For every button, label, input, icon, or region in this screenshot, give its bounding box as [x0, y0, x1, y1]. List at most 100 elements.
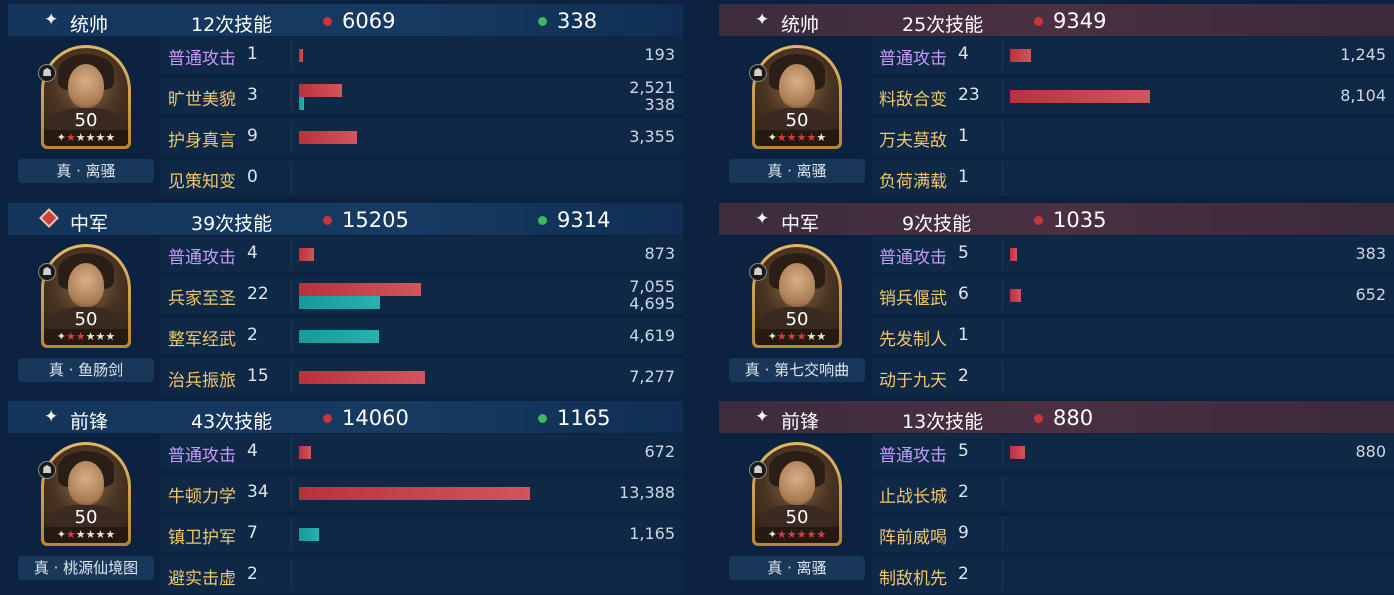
damage-dot-icon	[1034, 216, 1043, 225]
general-panel[interactable]: ✦ 统帅 12次技能 6069 338 50 ✦★★★★★ ☗ 真 · 离骚 普通攻击 1 193 旷世…	[8, 0, 683, 198]
damage-bar	[1010, 49, 1032, 62]
skill-row: 见策知变 0	[161, 160, 683, 196]
general-panel[interactable]: ✦ 前锋 13次技能 880 50 ✦★★★★★ ☗ 真 · 离骚 普通攻击 5 880 止战长城 2 阵…	[719, 397, 1394, 595]
general-panel[interactable]: ✦ 前锋 43次技能 14060 1165 50 ✦★★★★★ ☗ 真 · 桃源仙境图 普通攻击 4…	[8, 397, 683, 595]
damage-dot-icon	[323, 17, 332, 26]
row-divider	[291, 560, 292, 590]
portrait-face	[68, 461, 104, 505]
treasure-label[interactable]: 真 · 鱼肠剑	[18, 358, 154, 382]
star-rating: ✦★★★★★	[44, 329, 128, 345]
damage-bar	[1010, 248, 1017, 261]
row-divider	[1002, 81, 1003, 111]
general-portrait[interactable]: 50 ✦★★★★★	[41, 442, 131, 546]
total-damage: 880	[1053, 406, 1094, 430]
skill-times: 22	[247, 284, 269, 304]
damage-bar	[299, 49, 303, 62]
skill-count: 12次技能	[191, 14, 273, 36]
row-divider	[291, 239, 292, 269]
sparkle-icon: ✦	[755, 209, 770, 229]
portrait-image: 50 ✦★★★★★	[44, 445, 128, 543]
treasure-label[interactable]: 真 · 第七交响曲	[729, 358, 865, 382]
unit-type-icon: ☗	[749, 64, 767, 82]
treasure-label[interactable]: 真 · 桃源仙境图	[18, 556, 154, 580]
general-portrait[interactable]: 50 ✦★★★★★	[752, 244, 842, 348]
row-divider	[291, 321, 292, 351]
skill-times: 23	[958, 85, 980, 105]
total-damage: 14060	[342, 406, 409, 430]
skill-name: 止战长城	[879, 487, 947, 507]
general-portrait[interactable]: 50 ✦★★★★★	[752, 442, 842, 546]
damage-bar	[299, 131, 357, 144]
skill-name: 见策知变	[168, 172, 236, 192]
skill-count: 39次技能	[191, 213, 273, 235]
skill-times: 15	[247, 366, 269, 386]
unit-type-icon: ☗	[38, 263, 56, 281]
unit-type-icon: ☗	[38, 64, 56, 82]
row-divider	[1002, 40, 1003, 70]
unit-type-icon: ☗	[749, 263, 767, 281]
row-divider	[291, 40, 292, 70]
heal-value: 338	[644, 95, 675, 114]
heal-value: 1,165	[629, 524, 675, 543]
skill-name: 旷世美貌	[168, 90, 236, 110]
general-panel[interactable]: 中军 39次技能 15205 9314 50 ✦★★★★★ ☗ 真 · 鱼肠剑 普通攻击 4 873…	[8, 199, 683, 397]
general-panel[interactable]: ✦ 统帅 25次技能 9349 50 ✦★★★★★ ☗ 真 · 离骚 普通攻击 4 1,245 料敌合…	[719, 0, 1394, 198]
row-divider	[1002, 560, 1003, 590]
damage-bar	[1010, 90, 1150, 103]
treasure-label[interactable]: 真 · 离骚	[18, 159, 154, 183]
general-portrait[interactable]: 50 ✦★★★★★	[41, 244, 131, 348]
skill-times: 1	[247, 44, 258, 64]
damage-bar	[299, 283, 421, 296]
treasure-label[interactable]: 真 · 离骚	[729, 159, 865, 183]
sparkle-icon: ✦	[755, 407, 770, 427]
sparkle-icon: ✦	[44, 10, 59, 30]
damage-value: 383	[1355, 244, 1386, 263]
general-header: 中军 39次技能 15205 9314	[8, 203, 683, 235]
damage-bar	[299, 487, 530, 500]
damage-value: 3,355	[629, 127, 675, 146]
heal-bar	[299, 296, 380, 309]
skill-times: 2	[958, 366, 969, 386]
damage-dot-icon	[323, 216, 332, 225]
portrait-image: 50 ✦★★★★★	[44, 48, 128, 146]
general-header: ✦ 前锋 13次技能 880	[719, 401, 1394, 433]
general-header: ✦ 统帅 12次技能 6069 338	[8, 4, 683, 36]
portrait-face	[68, 263, 104, 307]
row-divider	[1002, 122, 1003, 152]
skill-times: 0	[247, 167, 258, 187]
skill-name: 普通攻击	[168, 446, 236, 466]
skill-row: 先发制人 1	[872, 318, 1394, 354]
skill-name: 动于九天	[879, 371, 947, 391]
portrait-image: 50 ✦★★★★★	[755, 445, 839, 543]
row-divider	[1002, 362, 1003, 392]
general-level: 50	[785, 110, 809, 131]
general-panel[interactable]: ✦ 中军 9次技能 1035 50 ✦★★★★★ ☗ 真 · 第七交响曲 普通攻击 5 383 销兵偃…	[719, 199, 1394, 397]
damage-bar	[1010, 446, 1026, 459]
damage-bar	[299, 84, 343, 97]
general-portrait[interactable]: 50 ✦★★★★★	[41, 45, 131, 149]
skill-times: 1	[958, 126, 969, 146]
side-left: ✦ 统帅 12次技能 6069 338 50 ✦★★★★★ ☗ 真 · 离骚 普通攻击 1 193 旷世…	[8, 0, 683, 594]
sword-emblem-icon	[39, 208, 59, 228]
portrait-face	[779, 64, 815, 108]
general-header: ✦ 前锋 43次技能 14060 1165	[8, 401, 683, 433]
skill-times: 7	[247, 523, 258, 543]
skill-row: 整军经武 2 4,619	[161, 318, 683, 354]
skill-times: 2	[958, 482, 969, 502]
row-divider	[1002, 239, 1003, 269]
heal-bar	[299, 330, 379, 343]
general-portrait[interactable]: 50 ✦★★★★★	[752, 45, 842, 149]
skill-name: 普通攻击	[879, 248, 947, 268]
general-level: 50	[74, 309, 98, 330]
skill-row: 兵家至圣 22 7,055 4,695	[161, 277, 683, 313]
damage-dot-icon	[1034, 414, 1043, 423]
skill-count: 25次技能	[902, 14, 984, 36]
treasure-label[interactable]: 真 · 离骚	[729, 556, 865, 580]
skill-row: 避实击虚 2	[161, 557, 683, 593]
skill-row: 料敌合变 23 8,104	[872, 78, 1394, 114]
skill-times: 5	[958, 441, 969, 461]
skill-name: 镇卫护军	[168, 528, 236, 548]
skill-name: 万夫莫敌	[879, 131, 947, 151]
skill-times: 4	[958, 44, 969, 64]
row-divider	[291, 519, 292, 549]
